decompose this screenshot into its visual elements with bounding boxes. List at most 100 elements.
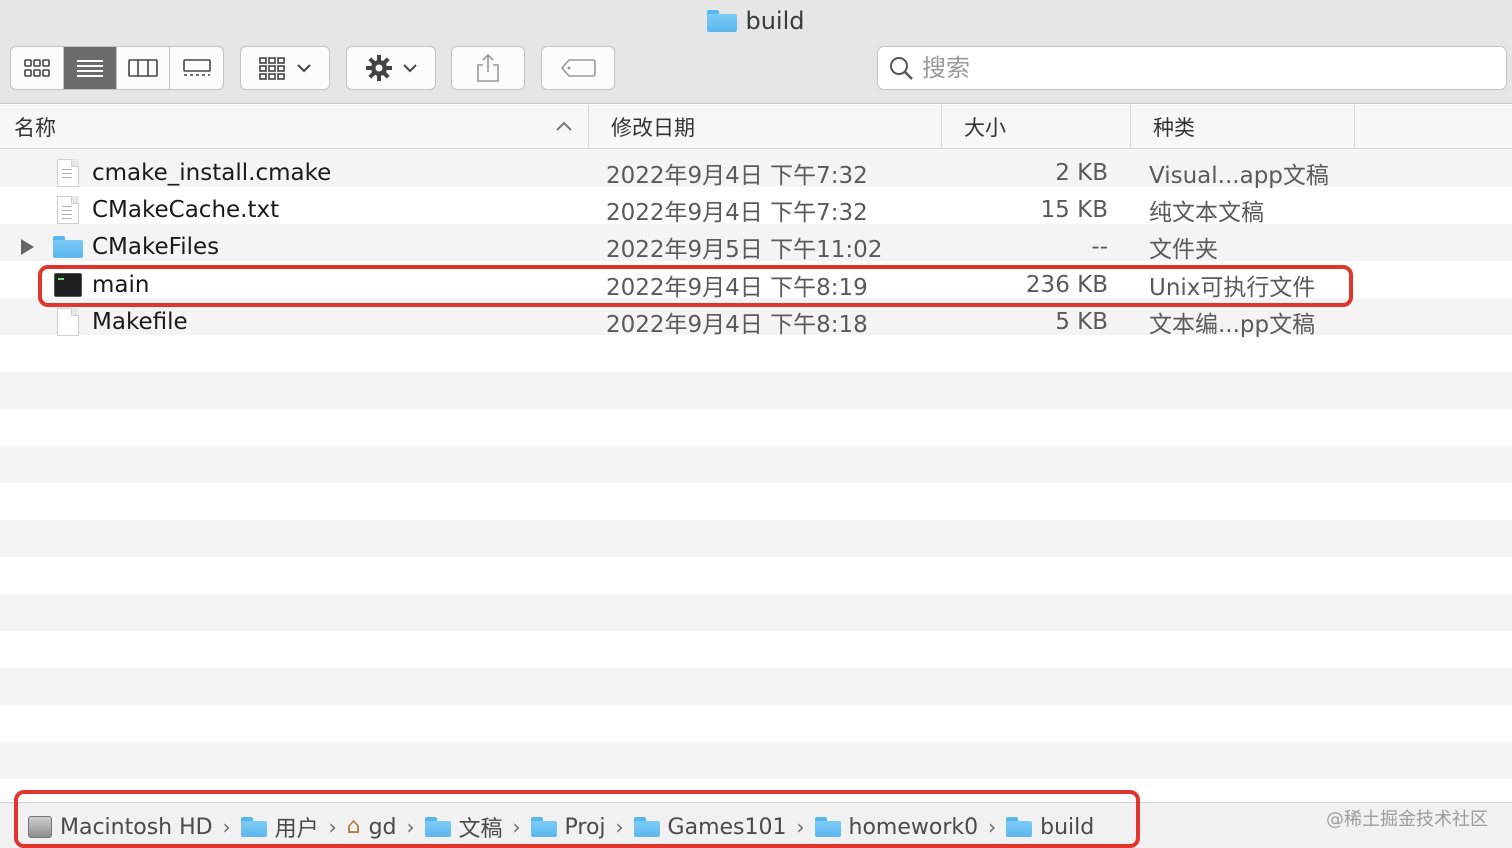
search-icon <box>890 57 913 80</box>
file-kind: 文件夹 <box>1149 236 1218 263</box>
file-kind: 纯文本文稿 <box>1149 199 1264 226</box>
blank-document-icon <box>52 303 84 340</box>
file-kind: Unix可执行文件 <box>1149 274 1316 301</box>
file-size: 236 KB <box>1025 271 1108 298</box>
path-bar: Macintosh HD › 用户 › ⌂ gd › 文稿 › Proj › G… <box>0 802 1512 848</box>
column-header-size[interactable]: 大小 <box>941 105 1130 149</box>
file-kind: 文本编...pp文稿 <box>1149 311 1316 338</box>
file-date: 2022年9月4日 下午7:32 <box>606 162 868 189</box>
breadcrumb-users[interactable]: 用户 <box>240 811 319 843</box>
text-document-icon <box>52 191 84 228</box>
breadcrumb-gd[interactable]: ⌂ gd <box>347 815 397 840</box>
breadcrumb-separator: › <box>406 815 415 839</box>
column-header-kind[interactable]: 种类 <box>1130 105 1355 149</box>
search-field[interactable] <box>877 46 1507 90</box>
folder-icon <box>633 817 660 837</box>
breadcrumb-label: homework0 <box>848 814 979 840</box>
share-button[interactable] <box>451 46 525 90</box>
breadcrumb-separator: › <box>796 815 805 839</box>
list-icon <box>77 60 103 77</box>
group-by-button[interactable] <box>240 46 330 90</box>
column-header-name[interactable]: 名称 <box>14 105 584 149</box>
file-name: main <box>92 271 150 298</box>
file-row-cmakefiles[interactable]: CMakeFiles 2022年9月5日 下午11:02 -- 文件夹 <box>0 228 1512 265</box>
file-name: CMakeFiles <box>92 233 220 260</box>
share-icon <box>477 53 499 82</box>
gallery-view-button[interactable] <box>170 47 223 89</box>
row-stripe <box>0 520 1512 557</box>
icon-view-button[interactable] <box>11 47 64 89</box>
file-size: 15 KB <box>1040 196 1108 223</box>
list-view-button[interactable] <box>64 47 117 89</box>
disclosure-triangle-icon[interactable] <box>18 228 36 265</box>
gear-icon <box>366 55 392 81</box>
file-size: 2 KB <box>1055 159 1108 186</box>
row-stripe <box>0 668 1512 705</box>
file-list: cmake_install.cmake 2022年9月4日 下午7:32 2 K… <box>0 150 1512 800</box>
executable-icon <box>52 266 84 303</box>
breadcrumb-build[interactable]: build <box>1006 815 1094 840</box>
breadcrumb-documents[interactable]: 文稿 <box>424 811 503 843</box>
column-header-row: 名称 修改日期 大小 种类 <box>0 105 1512 149</box>
breadcrumb-proj[interactable]: Proj <box>530 814 606 840</box>
view-mode-group <box>10 46 224 90</box>
folder-icon <box>530 817 557 837</box>
row-stripe <box>0 631 1512 668</box>
documents-folder-icon <box>424 817 451 837</box>
sort-ascending-icon[interactable] <box>554 117 574 137</box>
file-date: 2022年9月5日 下午11:02 <box>606 236 883 263</box>
file-size: -- <box>1091 233 1108 260</box>
column-header-size-label: 大小 <box>964 116 1006 140</box>
action-menu-button[interactable] <box>346 46 436 90</box>
column-header-date-label: 修改日期 <box>611 116 695 140</box>
column-view-button[interactable] <box>117 47 170 89</box>
chevron-down-icon <box>297 64 311 73</box>
row-stripe <box>0 335 1512 372</box>
row-stripe <box>0 594 1512 631</box>
folder-icon <box>240 817 267 837</box>
file-row-makefile[interactable]: Makefile 2022年9月4日 下午8:18 5 KB 文本编...pp文… <box>0 303 1512 340</box>
tag-button[interactable] <box>541 46 615 90</box>
breadcrumb-label: build <box>1040 814 1095 840</box>
file-date: 2022年9月4日 下午7:32 <box>606 199 868 226</box>
file-name: CMakeCache.txt <box>92 196 280 223</box>
file-name: cmake_install.cmake <box>92 159 332 186</box>
file-row-main[interactable]: main 2022年9月4日 下午8:19 236 KB Unix可执行文件 <box>0 266 1512 303</box>
breadcrumb: Macintosh HD › 用户 › ⌂ gd › 文稿 › Proj › G… <box>28 811 1094 843</box>
breadcrumb-separator: › <box>222 815 231 839</box>
document-icon <box>52 154 84 191</box>
window-title: build <box>0 6 1512 36</box>
column-header-name-label: 名称 <box>14 116 56 140</box>
file-row-cmake-install[interactable]: cmake_install.cmake 2022年9月4日 下午7:32 2 K… <box>0 154 1512 191</box>
folder-icon <box>52 228 84 265</box>
row-stripe <box>0 483 1512 520</box>
breadcrumb-macintosh-hd[interactable]: Macintosh HD <box>28 815 213 840</box>
folder-icon <box>1006 817 1033 837</box>
hard-drive-icon <box>28 816 52 838</box>
row-stripe <box>0 372 1512 409</box>
tag-icon <box>560 59 596 77</box>
breadcrumb-separator: › <box>615 815 624 839</box>
breadcrumb-homework0[interactable]: homework0 <box>814 814 979 840</box>
gallery-icon <box>182 59 211 76</box>
watermark: @稀土掘金技术社区 <box>1326 809 1488 830</box>
search-input[interactable] <box>922 54 1502 82</box>
breadcrumb-separator: › <box>988 815 997 839</box>
breadcrumb-label: gd <box>368 814 397 840</box>
file-date: 2022年9月4日 下午8:19 <box>606 274 868 301</box>
breadcrumb-label: Proj <box>564 814 606 840</box>
column-header-date[interactable]: 修改日期 <box>588 105 940 149</box>
row-stripe <box>0 446 1512 483</box>
file-date: 2022年9月4日 下午8:18 <box>606 311 868 338</box>
window-title-text: build <box>745 7 805 35</box>
breadcrumb-games101[interactable]: Games101 <box>633 814 787 840</box>
breadcrumb-label: 文稿 <box>458 817 503 842</box>
finder-toolbar: build <box>0 0 1512 104</box>
file-row-cmakecache[interactable]: CMakeCache.txt 2022年9月4日 下午7:32 15 KB 纯文… <box>0 191 1512 228</box>
folder-icon <box>814 817 841 837</box>
breadcrumb-label: Games101 <box>667 814 787 840</box>
grid-icon <box>24 59 50 77</box>
row-stripe <box>0 409 1512 446</box>
row-stripe <box>0 705 1512 742</box>
breadcrumb-separator: › <box>328 815 337 839</box>
